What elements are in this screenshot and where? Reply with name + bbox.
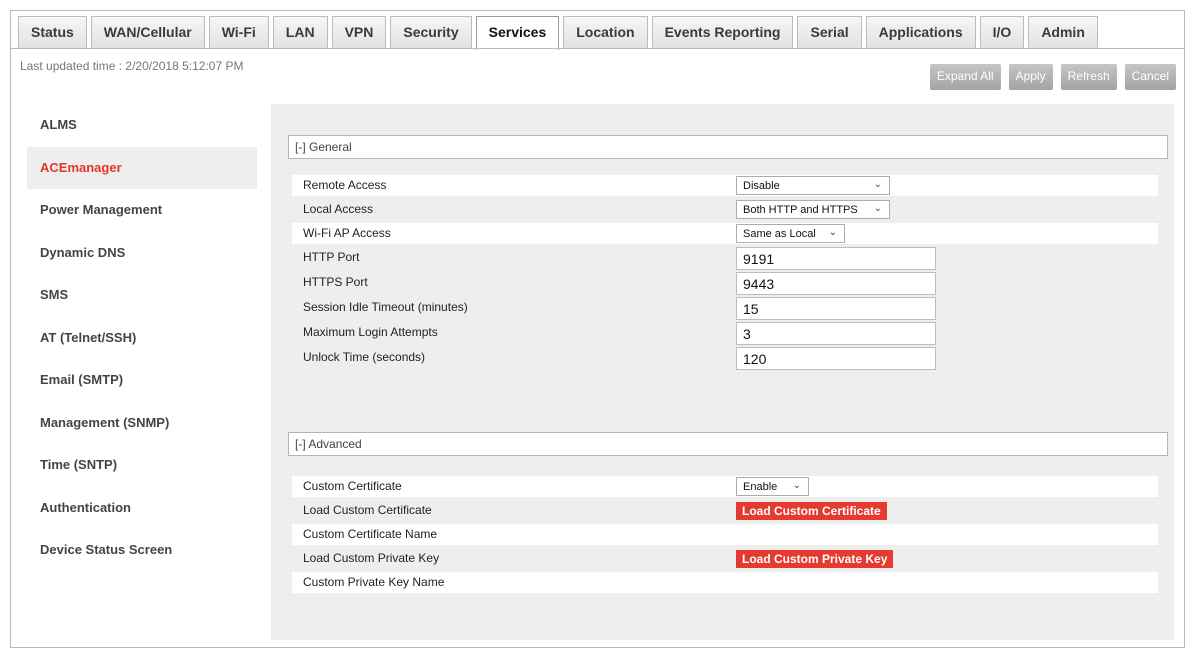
remote-access-label: Remote Access [303,178,387,192]
sidebar-item-alms[interactable]: ALMS [27,104,257,147]
custom-certificate-select[interactable]: Enable ⌄ [736,477,809,496]
tab-location[interactable]: Location [563,16,648,48]
wifi-ap-access-label: Wi-Fi AP Access [303,226,391,240]
local-access-value: Both HTTP and HTTPS [743,204,858,216]
remote-access-value: Disable [743,180,780,192]
tab-lan[interactable]: LAN [272,16,328,48]
cancel-button[interactable]: Cancel [1124,64,1176,90]
chevron-down-icon: ⌄ [873,203,882,214]
chevron-down-icon: ⌄ [828,227,837,238]
tab-vpn[interactable]: VPN [331,16,387,48]
unlock-time-label: Unlock Time (seconds) [303,350,426,364]
top-tab-bar: Status WAN/Cellular Wi-Fi LAN VPN Securi… [18,16,1102,50]
http-port-input[interactable]: 9191 [736,247,936,270]
max-login-attempts-label: Maximum Login Attempts [303,325,438,339]
tab-io[interactable]: I/O [979,16,1025,48]
tab-underline [11,48,1184,49]
remote-access-select[interactable]: Disable ⌄ [736,176,890,195]
tab-events-reporting[interactable]: Events Reporting [651,16,794,48]
chevron-down-icon: ⌄ [873,179,882,190]
unlock-time-input[interactable]: 120 [736,347,936,370]
load-custom-certificate-label: Load Custom Certificate [303,503,432,517]
sidebar-item-power-management[interactable]: Power Management [27,189,257,232]
action-buttons: Expand All Apply Refresh Cancel [922,64,1176,90]
sidebar: ALMS ACEmanager Power Management Dynamic… [27,104,257,572]
tab-services[interactable]: Services [475,16,560,50]
tab-security[interactable]: Security [390,16,472,48]
advanced-section-header[interactable]: [-] Advanced [288,432,1168,456]
https-port-label: HTTPS Port [303,275,368,289]
load-custom-certificate-button[interactable]: Load Custom Certificate [736,502,887,520]
wifi-ap-access-value: Same as Local [743,228,816,240]
sidebar-item-management-snmp[interactable]: Management (SNMP) [27,402,257,445]
apply-button[interactable]: Apply [1008,64,1053,90]
chevron-down-icon: ⌄ [792,480,801,491]
remote-access-row: Remote Access Disable ⌄ [292,175,1158,196]
session-idle-timeout-input[interactable]: 15 [736,297,936,320]
tab-admin[interactable]: Admin [1028,16,1098,48]
tab-applications[interactable]: Applications [865,16,976,48]
custom-certificate-row: Custom Certificate Enable ⌄ [292,476,1158,497]
load-custom-certificate-row: Load Custom Certificate Load Custom Cert… [292,500,1158,521]
custom-private-key-name-label: Custom Private Key Name [303,575,445,589]
https-port-input[interactable]: 9443 [736,272,936,295]
max-login-attempts-row: Maximum Login Attempts 3 [292,322,1158,345]
custom-certificate-value: Enable [743,481,778,493]
sidebar-item-dynamic-dns[interactable]: Dynamic DNS [27,232,257,275]
custom-private-key-name-row: Custom Private Key Name [292,572,1158,593]
tab-serial[interactable]: Serial [797,16,862,48]
session-idle-timeout-row: Session Idle Timeout (minutes) 15 [292,297,1158,320]
local-access-label: Local Access [303,202,374,216]
custom-certificate-name-label: Custom Certificate Name [303,527,438,541]
refresh-button[interactable]: Refresh [1060,64,1117,90]
sidebar-item-device-status-screen[interactable]: Device Status Screen [27,529,257,572]
max-login-attempts-input[interactable]: 3 [736,322,936,345]
local-access-row: Local Access Both HTTP and HTTPS ⌄ [292,199,1158,220]
sidebar-item-at-telnet-ssh[interactable]: AT (Telnet/SSH) [27,317,257,360]
general-section-header[interactable]: [-] General [288,135,1168,159]
wifi-ap-access-row: Wi-Fi AP Access Same as Local ⌄ [292,223,1158,244]
sidebar-item-sms[interactable]: SMS [27,274,257,317]
custom-certificate-name-row: Custom Certificate Name [292,524,1158,545]
custom-certificate-label: Custom Certificate [303,479,402,493]
tab-status[interactable]: Status [18,16,87,48]
https-port-row: HTTPS Port 9443 [292,272,1158,295]
load-custom-private-key-row: Load Custom Private Key Load Custom Priv… [292,548,1158,569]
http-port-label: HTTP Port [303,250,360,264]
sidebar-item-email-smtp[interactable]: Email (SMTP) [27,359,257,402]
sidebar-item-authentication[interactable]: Authentication [27,487,257,530]
load-custom-private-key-label: Load Custom Private Key [303,551,440,565]
settings-panel: [-] General Remote Access Disable ⌄ Loca… [271,104,1174,640]
sidebar-item-acemanager[interactable]: ACEmanager [27,146,257,189]
session-idle-timeout-label: Session Idle Timeout (minutes) [303,300,468,314]
unlock-time-row: Unlock Time (seconds) 120 [292,347,1158,370]
last-updated-text: Last updated time : 2/20/2018 5:12:07 PM [20,59,244,73]
load-custom-private-key-button[interactable]: Load Custom Private Key [736,550,894,568]
expand-all-button[interactable]: Expand All [929,64,1001,90]
tab-wifi[interactable]: Wi-Fi [208,16,269,48]
http-port-row: HTTP Port 9191 [292,247,1158,270]
wifi-ap-access-select[interactable]: Same as Local ⌄ [736,224,845,243]
local-access-select[interactable]: Both HTTP and HTTPS ⌄ [736,200,890,219]
sidebar-item-time-sntp[interactable]: Time (SNTP) [27,444,257,487]
tab-wan-cellular[interactable]: WAN/Cellular [90,16,205,48]
